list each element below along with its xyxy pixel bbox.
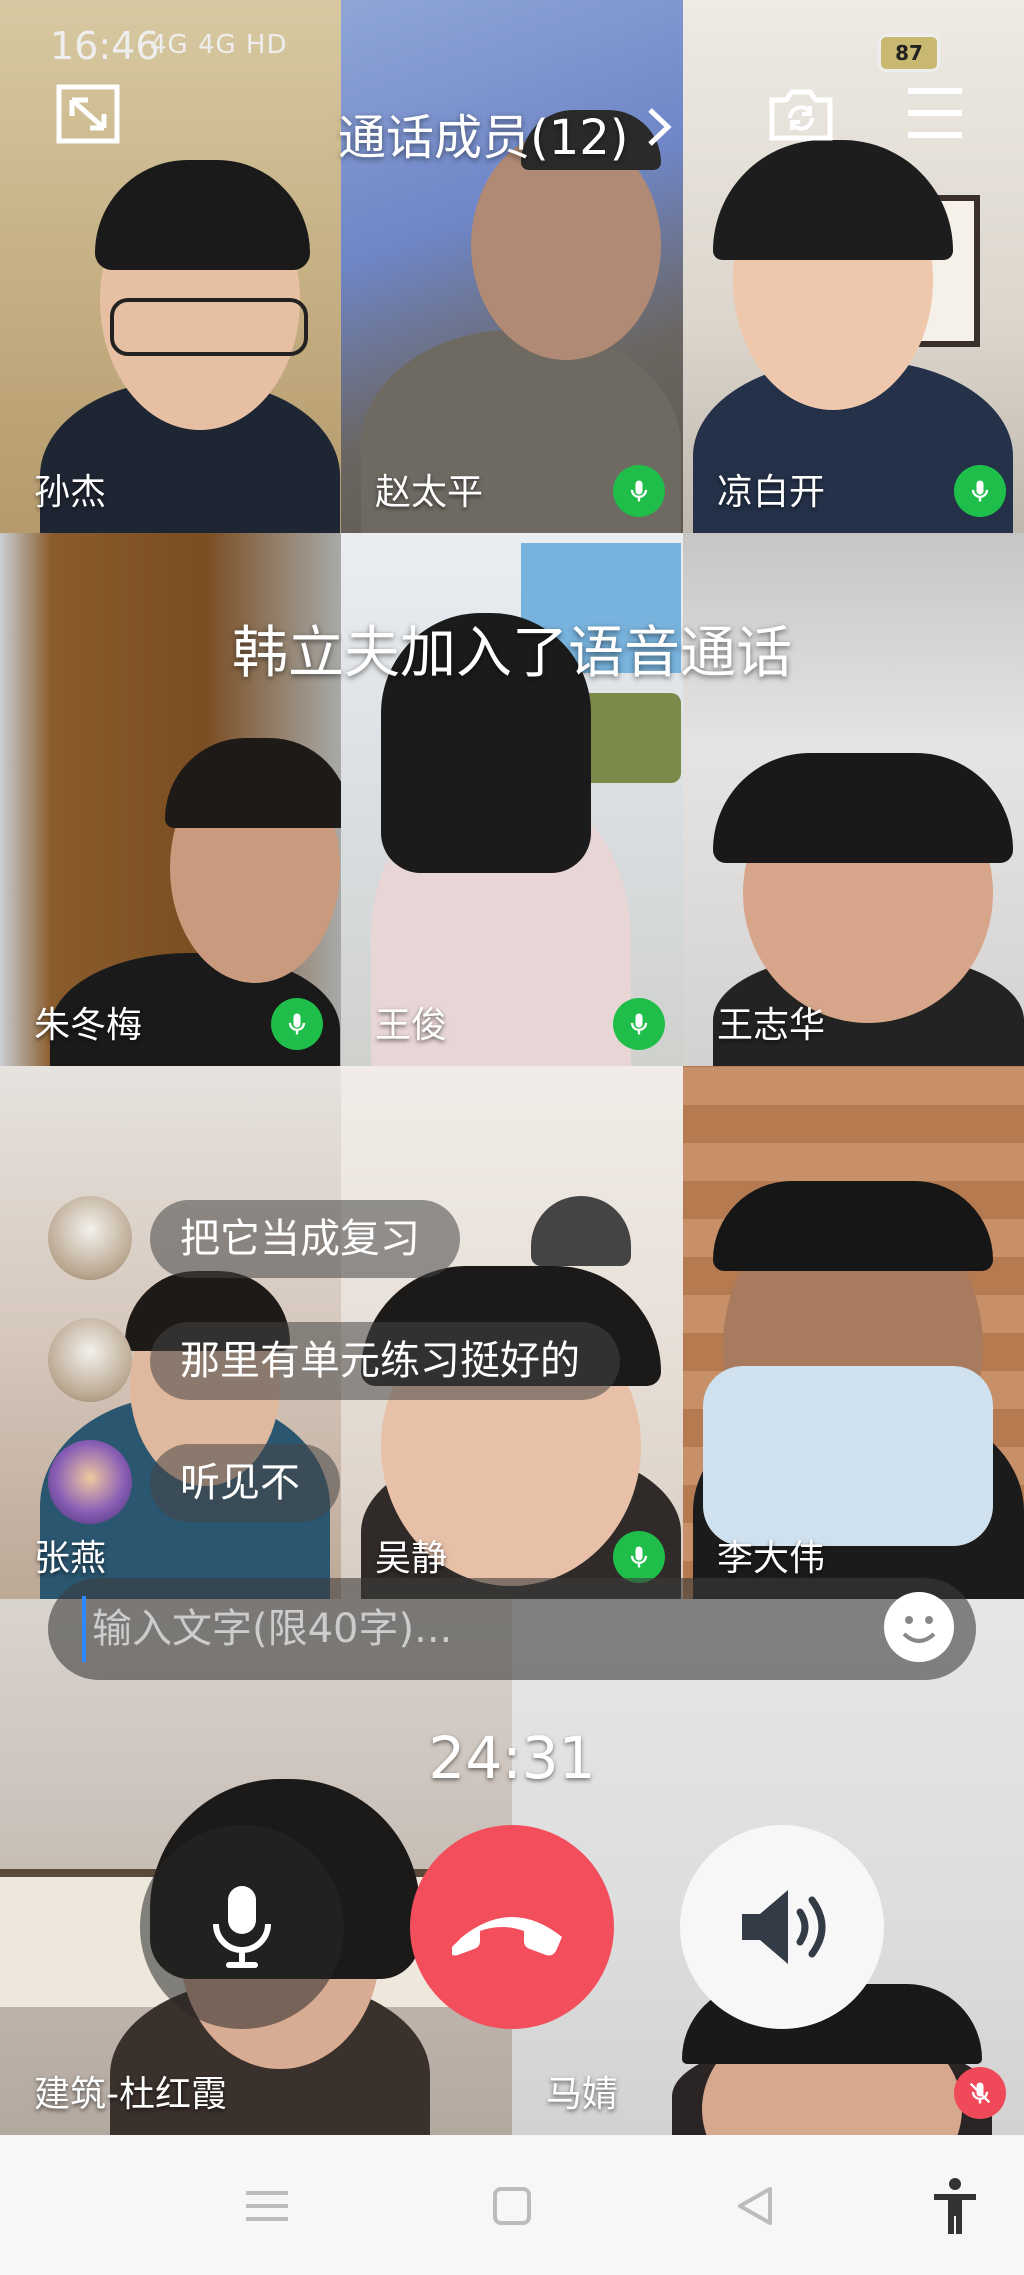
participant-name: 建筑-杜红霞 (34, 2074, 227, 2115)
participant-name: 朱冬梅 (34, 1005, 143, 1046)
chat-avatar (48, 1440, 132, 1524)
face-mask (703, 1366, 993, 1546)
square-icon (493, 2187, 531, 2225)
triangle-back-icon (738, 2187, 772, 2225)
status-time: 16:46 (50, 24, 160, 68)
hair (95, 160, 310, 270)
mic-active-icon (613, 465, 665, 517)
signal-indicator: 4G 4G HD (150, 30, 288, 60)
chat-message: 那里有单元练习挺好的 (150, 1322, 620, 1400)
members-title[interactable]: 通话成员(12) (338, 98, 629, 168)
smiley-icon (902, 1616, 936, 1643)
switch-camera-button[interactable] (766, 84, 836, 144)
switch-camera-icon (769, 89, 833, 141)
chevron-right-icon[interactable] (640, 104, 680, 150)
accessibility-icon (934, 2178, 976, 2234)
participant-name: 凉白开 (717, 472, 826, 513)
participant-name: 吴静 (375, 1538, 448, 1579)
video-tile[interactable]: 李大伟 (683, 1066, 1024, 1599)
mic-muted-icon (954, 2067, 1006, 2119)
hair (165, 738, 341, 828)
join-notice: 韩立夫加入了语音通话 (232, 621, 792, 686)
hang-up-button[interactable] (410, 1825, 614, 2029)
cap (531, 1196, 631, 1266)
chat-avatar (48, 1196, 132, 1280)
mic-active-icon (613, 1531, 665, 1583)
participant-name: 李大伟 (717, 1538, 826, 1579)
hair (713, 753, 1013, 863)
mic-active-icon (271, 998, 323, 1050)
back-button[interactable] (720, 2171, 790, 2241)
glasses (110, 298, 308, 356)
call-timer: 24:31 (428, 1724, 596, 1792)
chat-message: 把它当成复习 (150, 1200, 460, 1278)
speaker-icon (742, 1890, 826, 1964)
hair (713, 140, 953, 260)
participant-name: 赵太平 (375, 472, 484, 513)
recent-apps-button[interactable] (232, 2171, 302, 2241)
hang-up-icon (452, 1917, 562, 1956)
minimize-button[interactable] (56, 84, 120, 144)
chat-avatar (48, 1318, 132, 1402)
participant-name: 孙杰 (34, 472, 107, 513)
chat-message: 听见不 (150, 1444, 340, 1522)
mic-active-icon (954, 465, 1006, 517)
system-navigation-bar (0, 2135, 1024, 2275)
emoji-button[interactable] (884, 1592, 954, 1662)
menu-button[interactable] (906, 86, 964, 140)
minimize-icon (56, 84, 120, 144)
video-call-screen: 孙杰 赵太平 凉白开 朱冬梅 王俊 王志华 张燕 吴静 李大伟 建筑-杜红霞 马… (0, 0, 1024, 2275)
participant-name: 张燕 (34, 1538, 107, 1579)
participant-name: 王俊 (375, 1005, 448, 1046)
hair (713, 1181, 993, 1271)
status-bar: 16:46 4G 4G HD 87 (0, 0, 1024, 90)
battery-indicator: 87 (878, 34, 940, 72)
participant-name: 王志华 (717, 1005, 826, 1046)
participant-name: 马婧 (546, 2074, 619, 2115)
chat-input[interactable] (82, 1596, 894, 1662)
mute-button[interactable] (140, 1825, 344, 2029)
menu-icon (908, 88, 962, 138)
mic-active-icon (613, 998, 665, 1050)
accessibility-button[interactable] (920, 2171, 990, 2241)
microphone-icon (213, 1886, 271, 1968)
speaker-button[interactable] (680, 1825, 884, 2029)
home-button[interactable] (477, 2171, 547, 2241)
menu-lines-icon (246, 2191, 288, 2221)
chat-input-bar (48, 1578, 976, 1680)
